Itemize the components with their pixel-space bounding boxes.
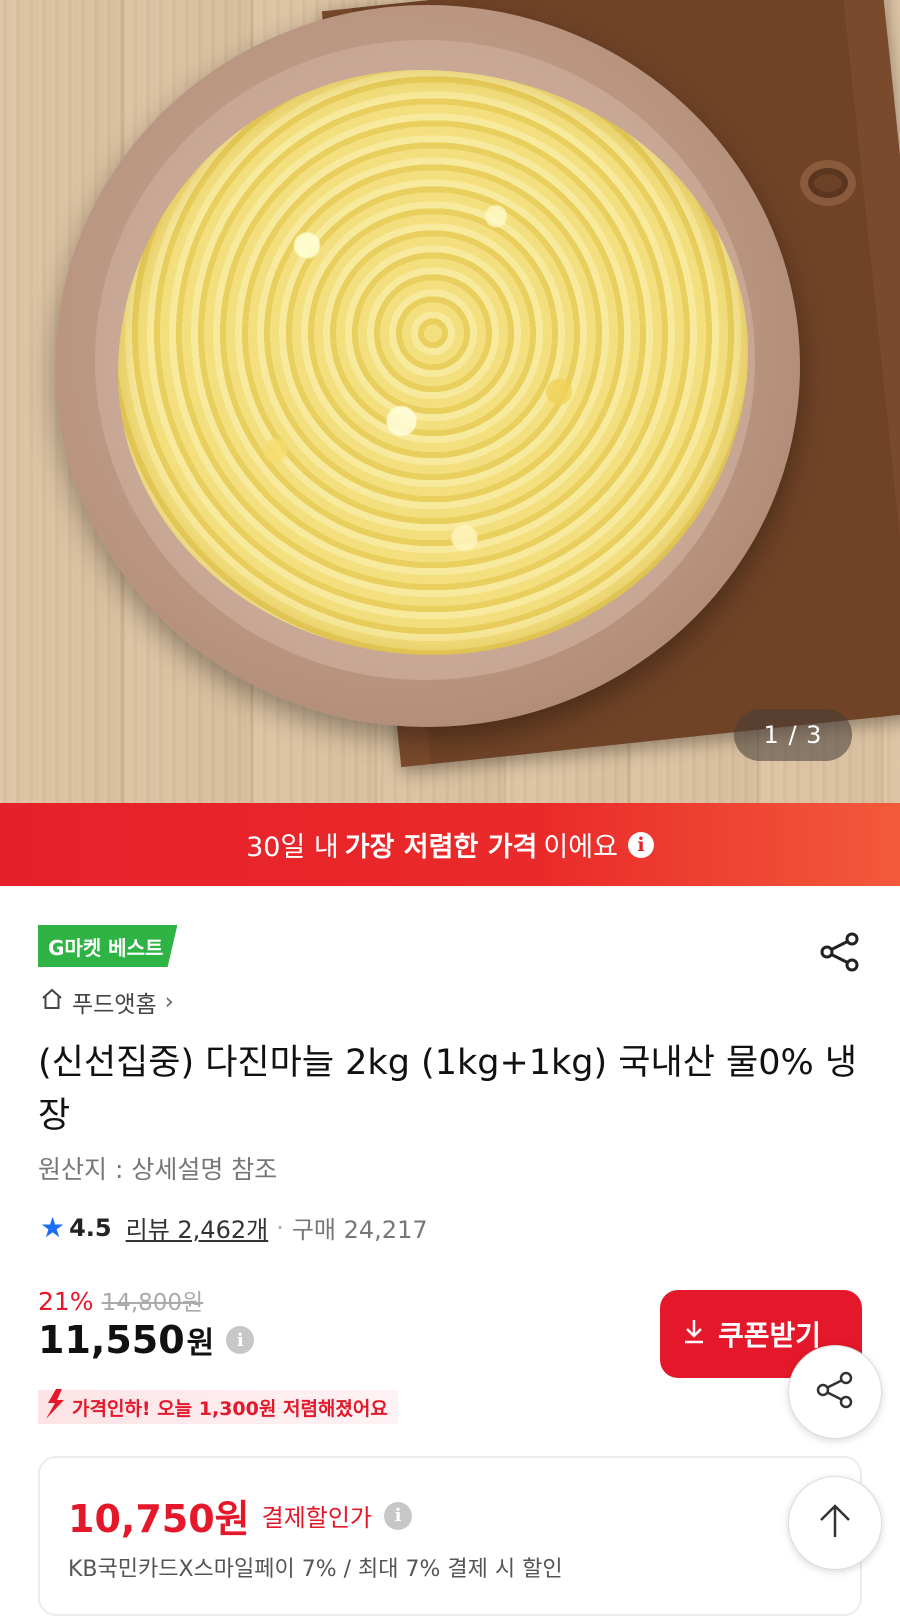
sale-price: 11,550 원 i: [38, 1318, 255, 1362]
payment-price-row: 10,750원 결제할인가 i: [68, 1488, 413, 1543]
product-origin: 원산지 : 상세설명 참조: [38, 1155, 278, 1184]
arrow-up-icon: [815, 1501, 855, 1545]
info-icon[interactable]: i: [384, 1501, 413, 1530]
download-arrow-icon: [682, 1318, 706, 1351]
home-icon: [40, 987, 64, 1017]
wood-knot: [800, 160, 856, 206]
coupon-label: 쿠폰받기: [718, 1319, 822, 1352]
store-name: 푸드앳홈: [72, 992, 157, 1018]
share-icon[interactable]: [818, 930, 862, 974]
chevron-right-icon: ›: [164, 989, 174, 1015]
original-price: 14,800원: [101, 1290, 204, 1316]
banner-prefix: 30일 내: [246, 832, 339, 863]
lowest-price-banner[interactable]: 30일 내 가장 저렴한 가격 이에요 i: [0, 803, 900, 886]
discount-rate: 21%: [38, 1287, 94, 1316]
payment-description: KB국민카드X스마일페이 7% / 최대 7% 결제 시 할인: [68, 1557, 563, 1582]
best-badge: G마켓 베스트: [38, 925, 178, 967]
banner-emphasis: 가장 저렴한 가격: [344, 832, 538, 863]
scroll-top-button[interactable]: [788, 1476, 882, 1570]
price-drop-notice: 가격인하! 오늘 1,300원 저렴해졌어요: [38, 1388, 398, 1424]
gallery-counter: 1 / 3: [734, 709, 852, 761]
store-link[interactable]: 푸드앳홈 ›: [40, 985, 174, 1019]
currency: 원: [186, 1326, 215, 1361]
payment-discount-card[interactable]: 10,750원 결제할인가 i KB국민카드X스마일페이 7% / 최대 7% …: [38, 1456, 862, 1616]
info-icon[interactable]: i: [226, 1326, 255, 1354]
separator: ·: [276, 1213, 284, 1242]
rating-score: 4.5: [69, 1213, 112, 1242]
sale-price-value: 11,550: [38, 1318, 185, 1362]
down-arrow-icon: [38, 1387, 68, 1428]
discount-row: 21% 14,800원: [38, 1283, 203, 1317]
banner-suffix: 이에요: [543, 832, 618, 863]
rating-row: ★ 4.5 리뷰 2,462개 · 구매 24,217: [40, 1210, 428, 1245]
payment-label: 결제할인가: [261, 1504, 373, 1532]
star-icon: ★: [40, 1211, 66, 1244]
floating-share-button[interactable]: [788, 1345, 882, 1439]
share-icon: [813, 1368, 857, 1416]
info-icon[interactable]: i: [627, 831, 654, 858]
review-link[interactable]: 리뷰 2,462개: [126, 1210, 269, 1245]
purchase-count: 구매 24,217: [291, 1216, 428, 1244]
price-drop-text: 가격인하! 오늘 1,300원 저렴해졌어요: [72, 1397, 388, 1420]
payment-price: 10,750원: [68, 1497, 250, 1541]
product-image[interactable]: 1 / 3: [0, 0, 900, 803]
product-title: (신선집중) 다진마늘 2kg (1kg+1kg) 국내산 물0% 냉장: [38, 1043, 858, 1136]
minced-garlic: [118, 70, 748, 655]
